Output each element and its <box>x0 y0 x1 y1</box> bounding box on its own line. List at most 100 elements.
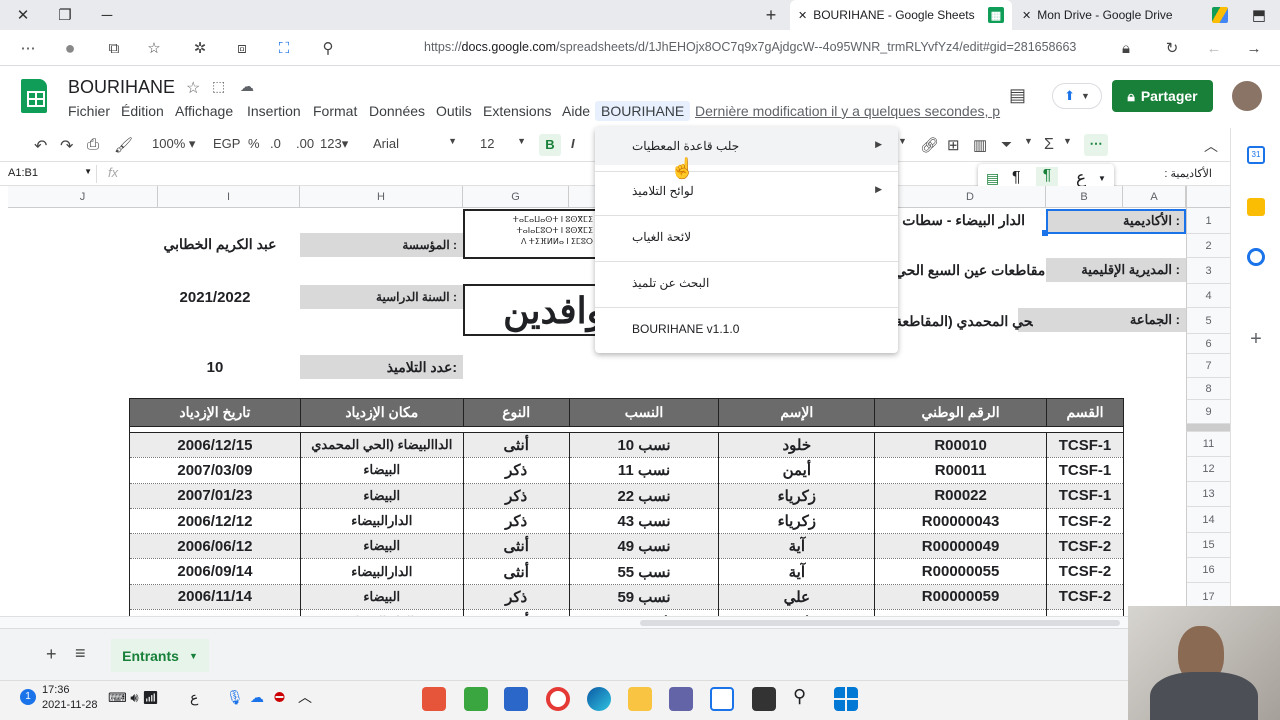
column-header-h[interactable]: H <box>300 186 463 208</box>
cell[interactable]: 2006/06/12 <box>129 533 301 560</box>
cell[interactable]: الدارالبيضاء <box>299 558 464 585</box>
italic-button[interactable]: I <box>571 136 575 151</box>
cell[interactable]: زكرياء <box>718 483 876 509</box>
cell[interactable]: ذكر <box>462 508 570 535</box>
paint-format-icon[interactable]: 🖌︎ <box>114 136 133 154</box>
tasks-icon[interactable] <box>1247 248 1265 266</box>
cell[interactable]: ذكر <box>462 483 570 509</box>
cell[interactable]: أنثى <box>462 533 570 560</box>
formula-input[interactable]: الأكاديمية : <box>1100 167 1212 180</box>
taskbar-app-icon[interactable] <box>422 687 446 711</box>
cloud-status-icon[interactable]: ☁ <box>240 78 254 95</box>
file-explorer-icon[interactable] <box>628 687 652 711</box>
increase-decimal-button[interactable]: .00 <box>296 136 314 151</box>
column-header-b[interactable]: B <box>1046 186 1123 208</box>
column-header-i[interactable]: I <box>158 186 300 208</box>
insert-comment-icon[interactable]: ⊞ <box>947 136 960 154</box>
taskbar-store-icon[interactable] <box>504 687 528 711</box>
table-icon[interactable]: ▤ <box>986 170 999 187</box>
cell[interactable]: زكرياء <box>718 508 876 535</box>
cell[interactable]: أيمن <box>718 457 876 484</box>
chevron-down-icon[interactable]: ▼ <box>898 136 907 146</box>
font-size-select[interactable]: 12 ▼ <box>480 136 526 151</box>
table-row[interactable]: 2006/12/12 الدارالبيضاء ذكر نسب 43 زكرياء R00… <box>129 508 1124 535</box>
cell[interactable]: TCSF-1 <box>1046 457 1124 484</box>
column-header-j[interactable]: J <box>8 186 158 208</box>
zoom-select[interactable]: 100% ▾ <box>152 136 195 152</box>
profile-icon[interactable]: ● <box>56 34 84 62</box>
menu-edition[interactable]: Édition <box>121 103 164 119</box>
row-header[interactable]: 7 <box>1186 354 1230 378</box>
favorites-icon[interactable]: ☆ <box>140 34 168 62</box>
cell[interactable]: نسب 59 <box>568 584 720 611</box>
cell[interactable]: البيضاء <box>299 483 464 509</box>
table-row[interactable]: 2006/12/15 الداالبيضاء (الحي المحمدي أنثى ن… <box>129 432 1124 459</box>
move-folder-icon[interactable]: ⬚ <box>212 78 225 95</box>
table-row[interactable]: 2006/11/14 البيضاء ذكر نسب 59 علي R00000059 TC… <box>129 584 1124 611</box>
cell[interactable]: نسب 10 <box>568 432 720 459</box>
row-header[interactable]: 13 <box>1186 482 1230 507</box>
star-icon[interactable]: ☆ <box>186 78 200 98</box>
table-row[interactable]: 2006/09/14 الدارالبيضاء أنثى نسب 55 آية R0000… <box>129 558 1124 585</box>
language-indicator[interactable]: ع <box>190 689 198 706</box>
cell[interactable]: TCSF-1 <box>1046 432 1124 459</box>
sheets-logo-icon[interactable] <box>21 79 47 113</box>
document-title[interactable]: BOURIHANE <box>68 77 175 98</box>
cell[interactable]: الداالبيضاء (الحي المحمدي <box>299 432 464 459</box>
table-row[interactable]: 2007/01/23 البيضاء ذكر نسب 22 زكرياء R00022 TC… <box>129 483 1124 509</box>
more-formats-button[interactable]: 123▾ <box>320 136 348 152</box>
more-tools-icon[interactable]: ⋯ <box>1084 134 1108 156</box>
more-icon[interactable]: ⋯ <box>14 34 42 62</box>
cell[interactable]: آية <box>718 558 876 585</box>
menu-outils[interactable]: Outils <box>436 103 472 119</box>
notification-badge[interactable]: 1 <box>20 689 36 705</box>
cell[interactable]: ذكر <box>462 457 570 484</box>
cell[interactable]: نسب 43 <box>568 508 720 535</box>
cell[interactable]: البيضاء <box>299 457 464 484</box>
menu-bourihane[interactable]: BOURIHANE <box>595 101 691 121</box>
row-header[interactable]: 15 <box>1186 533 1230 558</box>
cell[interactable]: 2007/03/09 <box>129 457 301 484</box>
cell[interactable]: 2007/01/23 <box>129 483 301 509</box>
close-window-icon[interactable]: ✕ <box>0 0 46 30</box>
column-header-d[interactable]: D <box>895 186 1046 208</box>
show-hidden-icons-icon[interactable]: ︿ <box>298 687 312 707</box>
menu-item-absence-list[interactable]: لائحة الغياب <box>595 218 898 256</box>
cell[interactable]: TCSF-2 <box>1046 508 1124 535</box>
onedrive-icon[interactable]: ☁ <box>250 689 264 706</box>
restore-window-icon[interactable]: ❐ <box>42 0 88 30</box>
bold-button[interactable]: B <box>539 134 561 156</box>
fill-handle[interactable] <box>1042 230 1048 236</box>
cell[interactable]: نسب 49 <box>568 533 720 560</box>
cell[interactable]: البيضاء <box>299 533 464 560</box>
menu-item-fetch-database[interactable]: جلب قاعدة المعطيات ▶ <box>595 127 898 165</box>
row-header[interactable]: 1 <box>1186 208 1230 234</box>
back-icon[interactable]: ← <box>1200 34 1228 62</box>
row-header[interactable]: 5 <box>1186 308 1230 334</box>
cell[interactable]: TCSF-2 <box>1046 584 1124 611</box>
calendar-icon[interactable]: 31 <box>1247 146 1265 164</box>
cell[interactable]: 2006/12/12 <box>129 508 301 535</box>
cell[interactable]: TCSF-1 <box>1046 483 1124 509</box>
menu-extensions[interactable]: Extensions <box>483 103 551 119</box>
row-header[interactable]: 2 <box>1186 234 1230 258</box>
sheet-tab-entrants[interactable]: Entrants ▼ <box>111 639 209 672</box>
collapse-toolbar-icon[interactable]: ︿ <box>1204 136 1218 156</box>
undo-icon[interactable]: ↶ <box>34 136 47 156</box>
cell[interactable]: R00000059 <box>874 584 1047 611</box>
cell[interactable]: 2006/11/14 <box>129 584 301 611</box>
opera-icon[interactable] <box>546 687 570 711</box>
column-header-g[interactable]: G <box>463 186 569 208</box>
screenshot-icon[interactable]: ⛶ <box>270 34 298 62</box>
link-icon[interactable]: 🔗︎ <box>920 136 939 154</box>
minimize-window-icon[interactable]: ─ <box>84 0 130 30</box>
filter-icon[interactable]: ⏷ <box>1001 136 1012 153</box>
url-field[interactable]: https://docs.google.com/spreadsheets/d/1… <box>424 40 1076 54</box>
mic-icon[interactable]: 🎙︎ <box>226 689 244 706</box>
horizontal-scrollbar[interactable] <box>0 616 1186 628</box>
table-row[interactable]: 2007/03/09 البيضاء ذكر نسب 11 أيمن R00011 TCSF… <box>129 457 1124 484</box>
start-icon[interactable] <box>834 687 858 711</box>
arabic-input-icon[interactable]: ع <box>1076 168 1086 188</box>
cell[interactable]: علي <box>718 584 876 611</box>
cell[interactable]: أنثى <box>462 432 570 459</box>
